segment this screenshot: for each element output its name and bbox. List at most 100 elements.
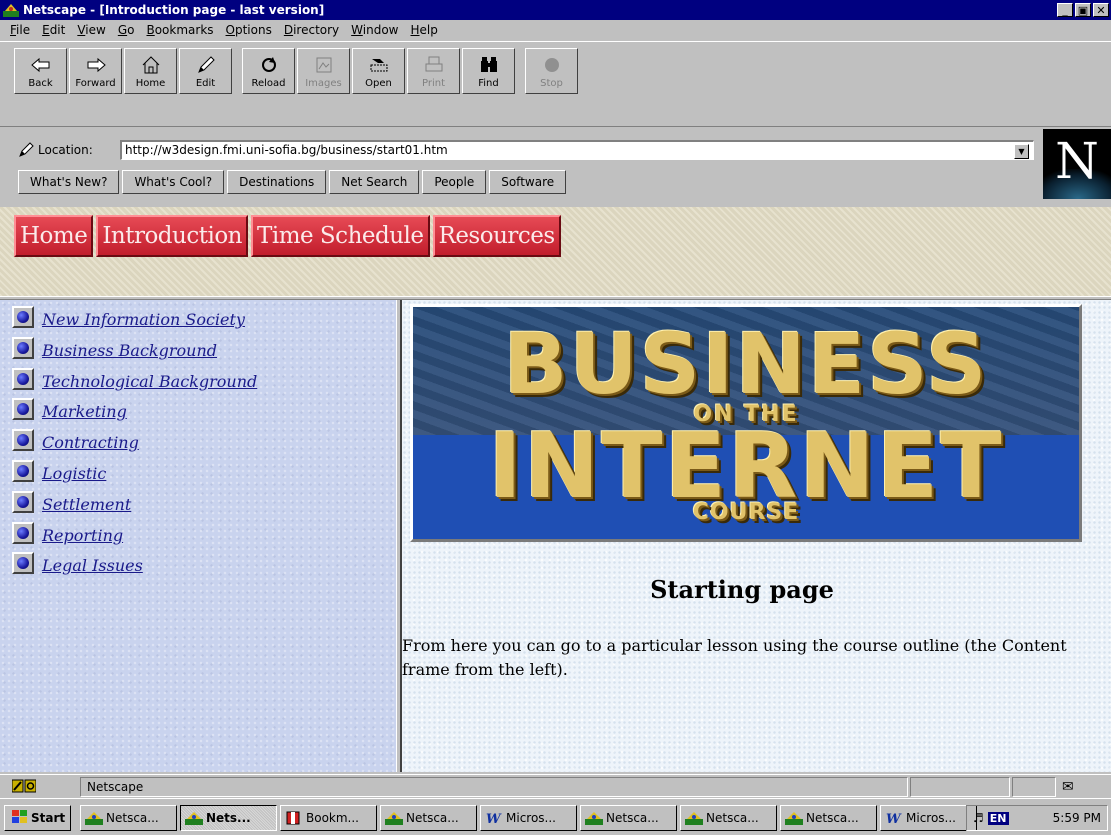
bullet-icon[interactable]: [12, 336, 34, 359]
clock[interactable]: 5:59 PM: [1053, 811, 1101, 825]
top-nav-home[interactable]: Home: [14, 215, 94, 257]
forward-button-label: Forward: [75, 78, 116, 89]
images-icon: [314, 54, 334, 76]
bullet-icon[interactable]: [12, 521, 34, 544]
minimize-button[interactable]: _: [1057, 3, 1073, 17]
menu-directory[interactable]: Directory: [278, 23, 345, 37]
security-key-icon[interactable]: [11, 779, 37, 796]
directory-button-what-s-cool[interactable]: What's Cool?: [122, 170, 225, 194]
speaker-icon[interactable]: ♬: [973, 811, 984, 825]
print-icon: [424, 54, 444, 76]
bullet-icon[interactable]: [12, 490, 34, 513]
outline-link-legal-issues[interactable]: Legal Issues: [42, 556, 143, 575]
top-nav-time-schedule[interactable]: Time Schedule: [251, 215, 430, 257]
directory-button-software[interactable]: Software: [489, 170, 567, 194]
print-button[interactable]: Print: [407, 48, 460, 94]
taskbar-button-label: Netsca...: [606, 811, 659, 825]
bullet-icon[interactable]: [12, 398, 34, 421]
business-on-the-internet-banner: BUSINESS ON THE INTERNET COURSE: [410, 304, 1082, 542]
reload-button[interactable]: Reload: [242, 48, 295, 94]
stop-button-label: Stop: [540, 78, 563, 89]
menu-options[interactable]: Options: [220, 23, 278, 37]
directory-button-what-s-new[interactable]: What's New?: [18, 170, 120, 194]
back-arrow-icon: [30, 54, 52, 76]
netscape-icon: [785, 810, 803, 826]
taskbar-button[interactable]: W Micros...: [480, 805, 577, 831]
top-nav-resources[interactable]: Resources: [432, 215, 561, 257]
taskbar-button[interactable]: Netsca...: [80, 805, 177, 831]
menu-view[interactable]: View: [71, 23, 111, 37]
images-button[interactable]: Images: [297, 48, 350, 94]
home-button[interactable]: Home: [124, 48, 177, 94]
menu-file[interactable]: File: [4, 23, 36, 37]
taskbar-button-label: Micros...: [506, 811, 556, 825]
outline-link-marketing[interactable]: Marketing: [42, 402, 127, 421]
taskbar-button[interactable]: Netsca...: [580, 805, 677, 831]
menu-window[interactable]: Window: [345, 23, 404, 37]
edit-button[interactable]: Edit: [179, 48, 232, 94]
bullet-icon[interactable]: [12, 367, 34, 390]
open-button-label: Open: [365, 78, 392, 89]
directory-button-net-search[interactable]: Net Search: [329, 170, 420, 194]
course-outline-frame: New Information Society Business Backgrou…: [0, 300, 396, 772]
taskbar-button[interactable]: Netsca...: [380, 805, 477, 831]
outline-item: Reporting: [12, 520, 257, 551]
bookmark-quickfile-icon[interactable]: [18, 142, 34, 161]
find-button[interactable]: Find: [462, 48, 515, 94]
stop-button[interactable]: Stop: [525, 48, 578, 94]
taskbar-button[interactable]: Nets...: [180, 805, 277, 831]
taskbar-button-label: Bookm...: [306, 811, 359, 825]
svg-text:W: W: [886, 812, 902, 825]
taskbar-button-label: Netsca...: [106, 811, 159, 825]
open-button[interactable]: Open: [352, 48, 405, 94]
close-button[interactable]: ✕: [1093, 3, 1109, 17]
home-icon: [141, 54, 161, 76]
taskbar-button[interactable]: Bookm...: [280, 805, 377, 831]
taskbar-button[interactable]: Netsca...: [780, 805, 877, 831]
chevron-down-icon[interactable]: ▼: [1014, 144, 1029, 159]
word-icon: W: [485, 810, 503, 826]
bullet-icon[interactable]: [12, 459, 34, 482]
taskbar-button[interactable]: W Micros...: [880, 805, 977, 831]
outline-link-business-background[interactable]: Business Background: [42, 341, 217, 360]
menu-help[interactable]: Help: [405, 23, 444, 37]
images-button-label: Images: [305, 78, 342, 89]
netscape-icon: [385, 810, 403, 826]
maximize-button[interactable]: ▣: [1075, 3, 1091, 17]
outline-link-logistic[interactable]: Logistic: [42, 464, 106, 483]
language-indicator[interactable]: EN: [987, 811, 1009, 825]
outline-link-new-information-society[interactable]: New Information Society: [42, 310, 245, 329]
title-bar: Netscape - [Introduction page - last ver…: [0, 0, 1111, 20]
windows-logo-icon: [10, 809, 28, 827]
start-button[interactable]: Start: [4, 805, 72, 831]
directory-button-people[interactable]: People: [422, 170, 487, 194]
forward-button[interactable]: Forward: [69, 48, 122, 94]
window-title: Netscape - [Introduction page - last ver…: [23, 3, 325, 17]
outline-link-settlement[interactable]: Settlement: [42, 495, 131, 514]
taskbar-button[interactable]: Netsca...: [680, 805, 777, 831]
outline-link-reporting[interactable]: Reporting: [42, 526, 123, 545]
menu-go[interactable]: Go: [112, 23, 141, 37]
outline-link-technological-background[interactable]: Technological Background: [42, 372, 257, 391]
status-text: Netscape: [80, 777, 908, 797]
bookmark-icon: [285, 810, 303, 826]
bullet-icon[interactable]: [12, 306, 34, 328]
open-icon: [368, 54, 390, 76]
netscape-logo[interactable]: N: [1043, 129, 1111, 199]
bullet-icon[interactable]: [12, 429, 34, 452]
location-label: Location:: [38, 143, 93, 157]
top-nav-introduction[interactable]: Introduction: [96, 215, 248, 257]
netscape-icon: [185, 810, 203, 826]
outline-item: Marketing: [12, 396, 257, 427]
back-button[interactable]: Back: [14, 48, 67, 94]
pencil-icon: [196, 54, 216, 76]
directory-button-destinations[interactable]: Destinations: [227, 170, 327, 194]
mail-icon[interactable]: ✉: [1062, 779, 1074, 795]
bullet-icon[interactable]: [12, 552, 34, 575]
netscape-app-icon[interactable]: [3, 2, 19, 18]
location-url-text: http://w3design.fmi.uni-sofia.bg/busines…: [125, 143, 448, 157]
location-url-input[interactable]: http://w3design.fmi.uni-sofia.bg/busines…: [120, 140, 1034, 160]
menu-edit[interactable]: Edit: [36, 23, 71, 37]
outline-link-contracting[interactable]: Contracting: [42, 433, 139, 452]
menu-bookmarks[interactable]: Bookmarks: [140, 23, 219, 37]
